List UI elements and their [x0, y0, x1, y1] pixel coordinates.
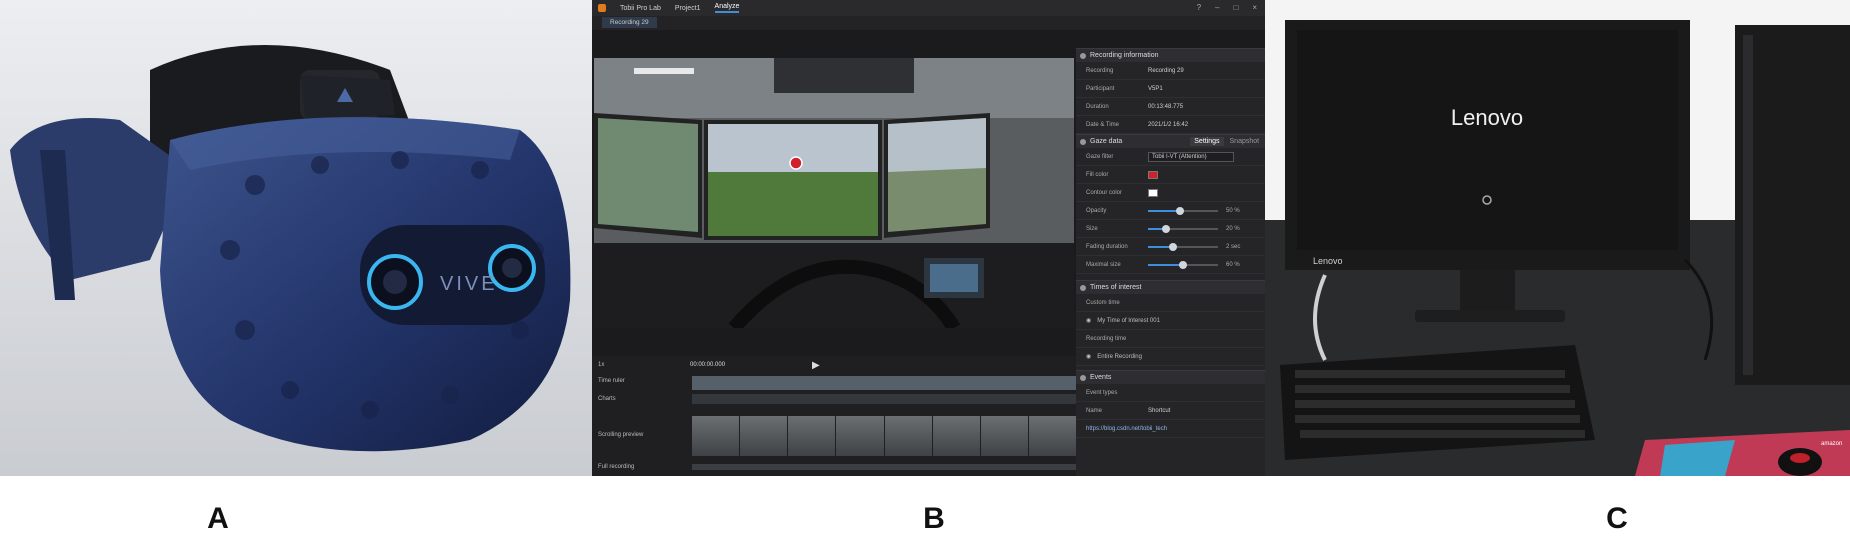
caption-a: A — [207, 502, 229, 535]
event-name-row: Name Shortcut — [1076, 402, 1265, 420]
contour-color-row: Contour color — [1076, 184, 1265, 202]
monitor-logo-text: Lenovo — [1451, 105, 1523, 130]
watermark-url-row: https://blog.csdn.net/tobii_tech — [1076, 420, 1265, 438]
close-icon[interactable]: × — [1252, 3, 1257, 12]
caption-c: C — [1606, 502, 1628, 535]
vive-headset-illustration: VIVE — [0, 0, 592, 476]
fading-duration-slider[interactable] — [1148, 242, 1218, 251]
section-times-of-interest[interactable]: Times of interest — [1076, 280, 1265, 294]
desktop-illustration: Lenovo Lenovo amazon — [1265, 0, 1850, 476]
info-row: Date & Time 2021/1/2 16:42 — [1076, 116, 1265, 134]
slider-row: Size 20 % — [1076, 220, 1265, 238]
size-slider[interactable] — [1148, 224, 1218, 233]
full-recording-strip[interactable] — [692, 464, 1076, 470]
window-controls: ? – □ × — [1197, 3, 1257, 12]
tobii-logo-icon — [598, 4, 606, 12]
timeline-label: Full recording — [598, 464, 635, 470]
slider-row: Maximal size 60 % — [1076, 256, 1265, 274]
driving-simulator-frame — [594, 58, 1074, 328]
event-types-row: Event types — [1076, 384, 1265, 402]
fill-color-row: Fill color — [1076, 166, 1265, 184]
tab-snapshot[interactable]: Snapshot — [1230, 138, 1260, 145]
slider-row: Fading duration 2 sec — [1076, 238, 1265, 256]
maximal-size-slider[interactable] — [1148, 260, 1218, 269]
toi-custom-item[interactable]: ◉ My Time of Interest 001 — [1076, 312, 1265, 330]
slider-row: Opacity 50 % — [1076, 202, 1265, 220]
section-events[interactable]: Events — [1076, 370, 1265, 384]
scrolling-preview-thumbnails[interactable] — [692, 416, 1076, 456]
charts-strip[interactable] — [692, 394, 1076, 404]
mousepad-sticker-text: amazon — [1821, 441, 1842, 447]
gaze-point-marker — [789, 156, 803, 170]
right-side-panel: Recording information Recording Recordin… — [1076, 48, 1265, 476]
app-name: Tobii Pro Lab — [620, 4, 661, 12]
gaze-filter-row: Gaze filter Tobii I-VT (Attention) — [1076, 148, 1265, 166]
tobii-pro-lab-screenshot: Tobii Pro Lab Project1 Analyze ? – □ × R… — [592, 0, 1265, 476]
toi-recording-item[interactable]: ◉ Entire Recording — [1076, 348, 1265, 366]
tab-analyze[interactable]: Analyze — [714, 3, 740, 13]
opacity-slider[interactable] — [1148, 206, 1218, 215]
contour-color-swatch[interactable] — [1148, 188, 1158, 197]
recording-tab-bar: Recording 29 — [592, 16, 1265, 30]
fill-color-swatch[interactable] — [1148, 170, 1158, 179]
photo-vive-headset: VIVE — [0, 0, 592, 476]
timeline-label[interactable]: Charts — [598, 396, 616, 402]
vive-logo-text: VIVE — [440, 273, 498, 295]
toi-recording-label: Recording time — [1076, 330, 1265, 348]
title-bar: Tobii Pro Lab Project1 Analyze ? – □ × — [592, 0, 1265, 16]
gaze-filter-select[interactable]: Tobii I-VT (Attention) — [1148, 151, 1234, 162]
help-icon[interactable]: ? — [1197, 3, 1201, 12]
replay-video[interactable] — [594, 58, 1074, 328]
maximize-icon[interactable]: □ — [1233, 3, 1238, 12]
playback-time: 00:00:00.000 — [690, 362, 726, 368]
section-gaze-data[interactable]: Gaze data Settings Snapshot — [1076, 134, 1265, 148]
timeline-area: 1x 00:00:00.000 ▶ Time ruler Charts Scro… — [592, 356, 1076, 476]
minimize-icon[interactable]: – — [1215, 3, 1219, 12]
toi-custom-label: Custom time — [1076, 294, 1265, 312]
play-button[interactable]: ▶ — [812, 360, 820, 371]
info-row: Duration 00:13:48.775 — [1076, 98, 1265, 116]
timeline-label: Time ruler — [598, 378, 625, 384]
eye-icon[interactable]: ◉ — [1086, 353, 1091, 360]
info-row: Recording Recording 29 — [1076, 62, 1265, 80]
caption-b: B — [923, 502, 945, 535]
time-ruler-strip[interactable] — [692, 376, 1076, 390]
section-recording-information[interactable]: Recording information — [1076, 48, 1265, 62]
bezel-logo-text: Lenovo — [1313, 256, 1343, 266]
tab-recording[interactable]: Recording 29 — [602, 17, 657, 28]
info-row: Participant V5P1 — [1076, 80, 1265, 98]
tab-project[interactable]: Project1 — [675, 5, 701, 12]
eye-icon[interactable]: ◉ — [1086, 317, 1091, 324]
tab-settings[interactable]: Settings — [1190, 137, 1224, 146]
timeline-label: Scrolling preview — [598, 432, 644, 438]
playback-speed[interactable]: 1x — [598, 362, 604, 368]
photo-lenovo-desktop: Lenovo Lenovo amazon — [1265, 0, 1850, 476]
